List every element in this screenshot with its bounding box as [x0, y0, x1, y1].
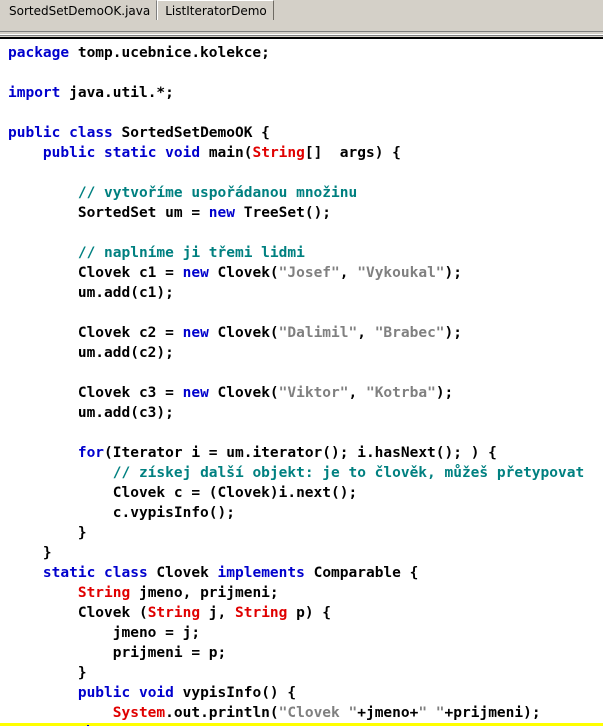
tab-sortedsetdemook[interactable]: SortedSetDemoOK.java	[1, 0, 158, 20]
code-line[interactable]: }	[0, 523, 603, 543]
tab-listiteratordemo[interactable]: ListIteratorDemo	[157, 0, 274, 20]
code-line[interactable]	[0, 103, 603, 123]
code-line[interactable]	[0, 63, 603, 83]
code-line[interactable]: SortedSet um = new TreeSet();	[0, 203, 603, 223]
code-line[interactable]: Clovek c2 = new Clovek("Dalimil", "Brabe…	[0, 323, 603, 343]
code-line[interactable]: Clovek c1 = new Clovek("Josef", "Vykouka…	[0, 263, 603, 283]
code-editor-area[interactable]: package tomp.ucebnice.kolekce; import ja…	[0, 39, 603, 726]
tab-label: ListIteratorDemo	[165, 4, 267, 18]
code-line[interactable]: // naplníme ji třemi lidmi	[0, 243, 603, 263]
code-line[interactable]: for(Iterator i = um.iterator(); i.hasNex…	[0, 443, 603, 463]
divider-shadow-line	[0, 35, 603, 36]
code-line[interactable]: Clovek c = (Clovek)i.next();	[0, 483, 603, 503]
code-line[interactable]	[0, 303, 603, 323]
code-line[interactable]: um.add(c3);	[0, 403, 603, 423]
code-line[interactable]	[0, 163, 603, 183]
code-line[interactable]: Clovek c3 = new Clovek("Viktor", "Kotrba…	[0, 383, 603, 403]
code-line[interactable]: public class SortedSetDemoOK {	[0, 123, 603, 143]
code-line[interactable]: System.out.println("Clovek "+jmeno+" "+p…	[0, 703, 603, 723]
code-line[interactable]	[0, 223, 603, 243]
code-line[interactable]: String jmeno, prijmeni;	[0, 583, 603, 603]
code-line[interactable]: prijmeni = p;	[0, 643, 603, 663]
code-line[interactable]: import java.util.*;	[0, 83, 603, 103]
code-line[interactable]: um.add(c1);	[0, 283, 603, 303]
tab-strip: SortedSetDemoOK.java ListIteratorDemo	[0, 0, 603, 31]
code-line[interactable]: // získej další objekt: je to člověk, mů…	[0, 463, 603, 483]
code-line[interactable]	[0, 363, 603, 383]
code-line[interactable]: // vytvoříme uspořádanou množinu	[0, 183, 603, 203]
code-line[interactable]: }	[0, 543, 603, 563]
tab-label: SortedSetDemoOK.java	[9, 4, 151, 18]
code-line[interactable]: public void vypisInfo() {	[0, 683, 603, 703]
code-line[interactable]: public static void main(String[] args) {	[0, 143, 603, 163]
code-line[interactable]: um.add(c2);	[0, 343, 603, 363]
code-line[interactable]: }	[0, 663, 603, 683]
toolbar-divider	[0, 31, 603, 39]
tab-list: SortedSetDemoOK.java ListIteratorDemo	[0, 0, 603, 21]
code-line[interactable]: static class Clovek implements Comparabl…	[0, 563, 603, 583]
code-line[interactable]: c.vypisInfo();	[0, 503, 603, 523]
code-line[interactable]: package tomp.ucebnice.kolekce;	[0, 43, 603, 63]
code-line[interactable]	[0, 423, 603, 443]
code-line[interactable]: jmeno = j;	[0, 623, 603, 643]
code-line[interactable]: Clovek (String j, String p) {	[0, 603, 603, 623]
